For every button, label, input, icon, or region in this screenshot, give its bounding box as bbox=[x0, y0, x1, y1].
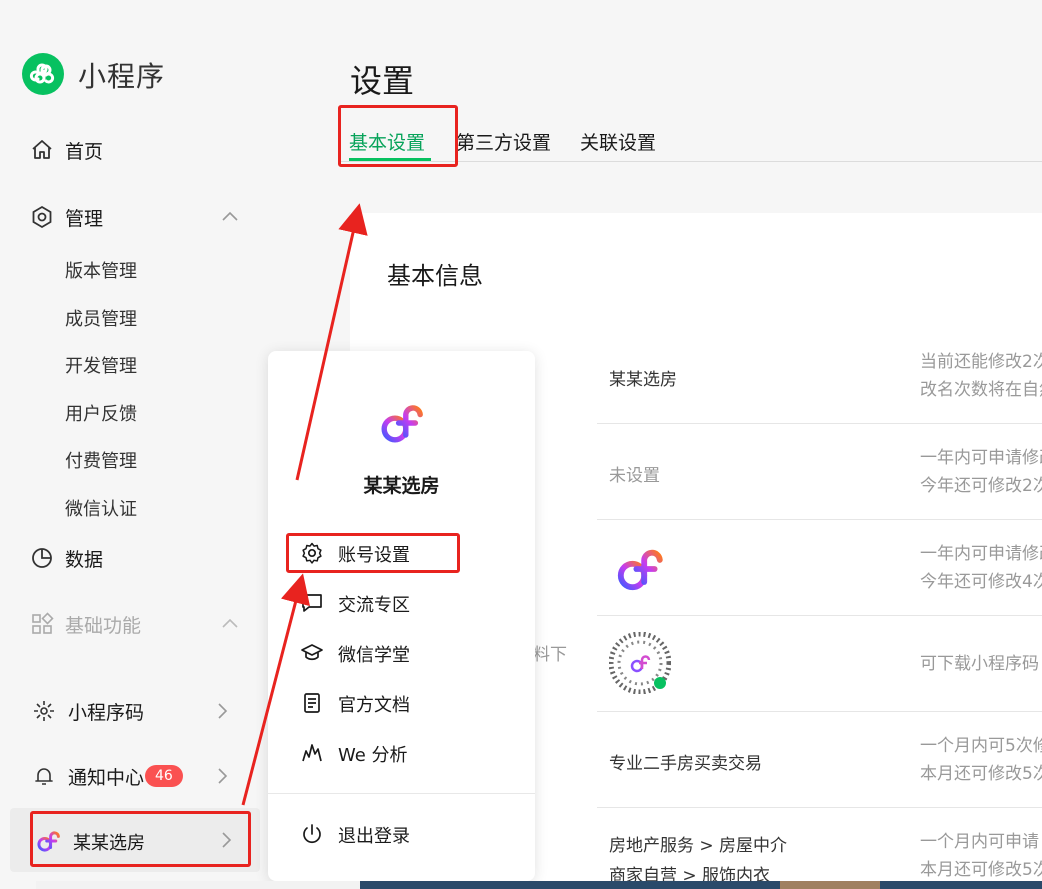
annotation-arrows bbox=[241, 203, 368, 806]
bottom-strip bbox=[880, 881, 1042, 889]
bottom-strip bbox=[780, 881, 880, 889]
bottom-strip bbox=[36, 881, 360, 889]
bottom-strip bbox=[360, 881, 780, 889]
